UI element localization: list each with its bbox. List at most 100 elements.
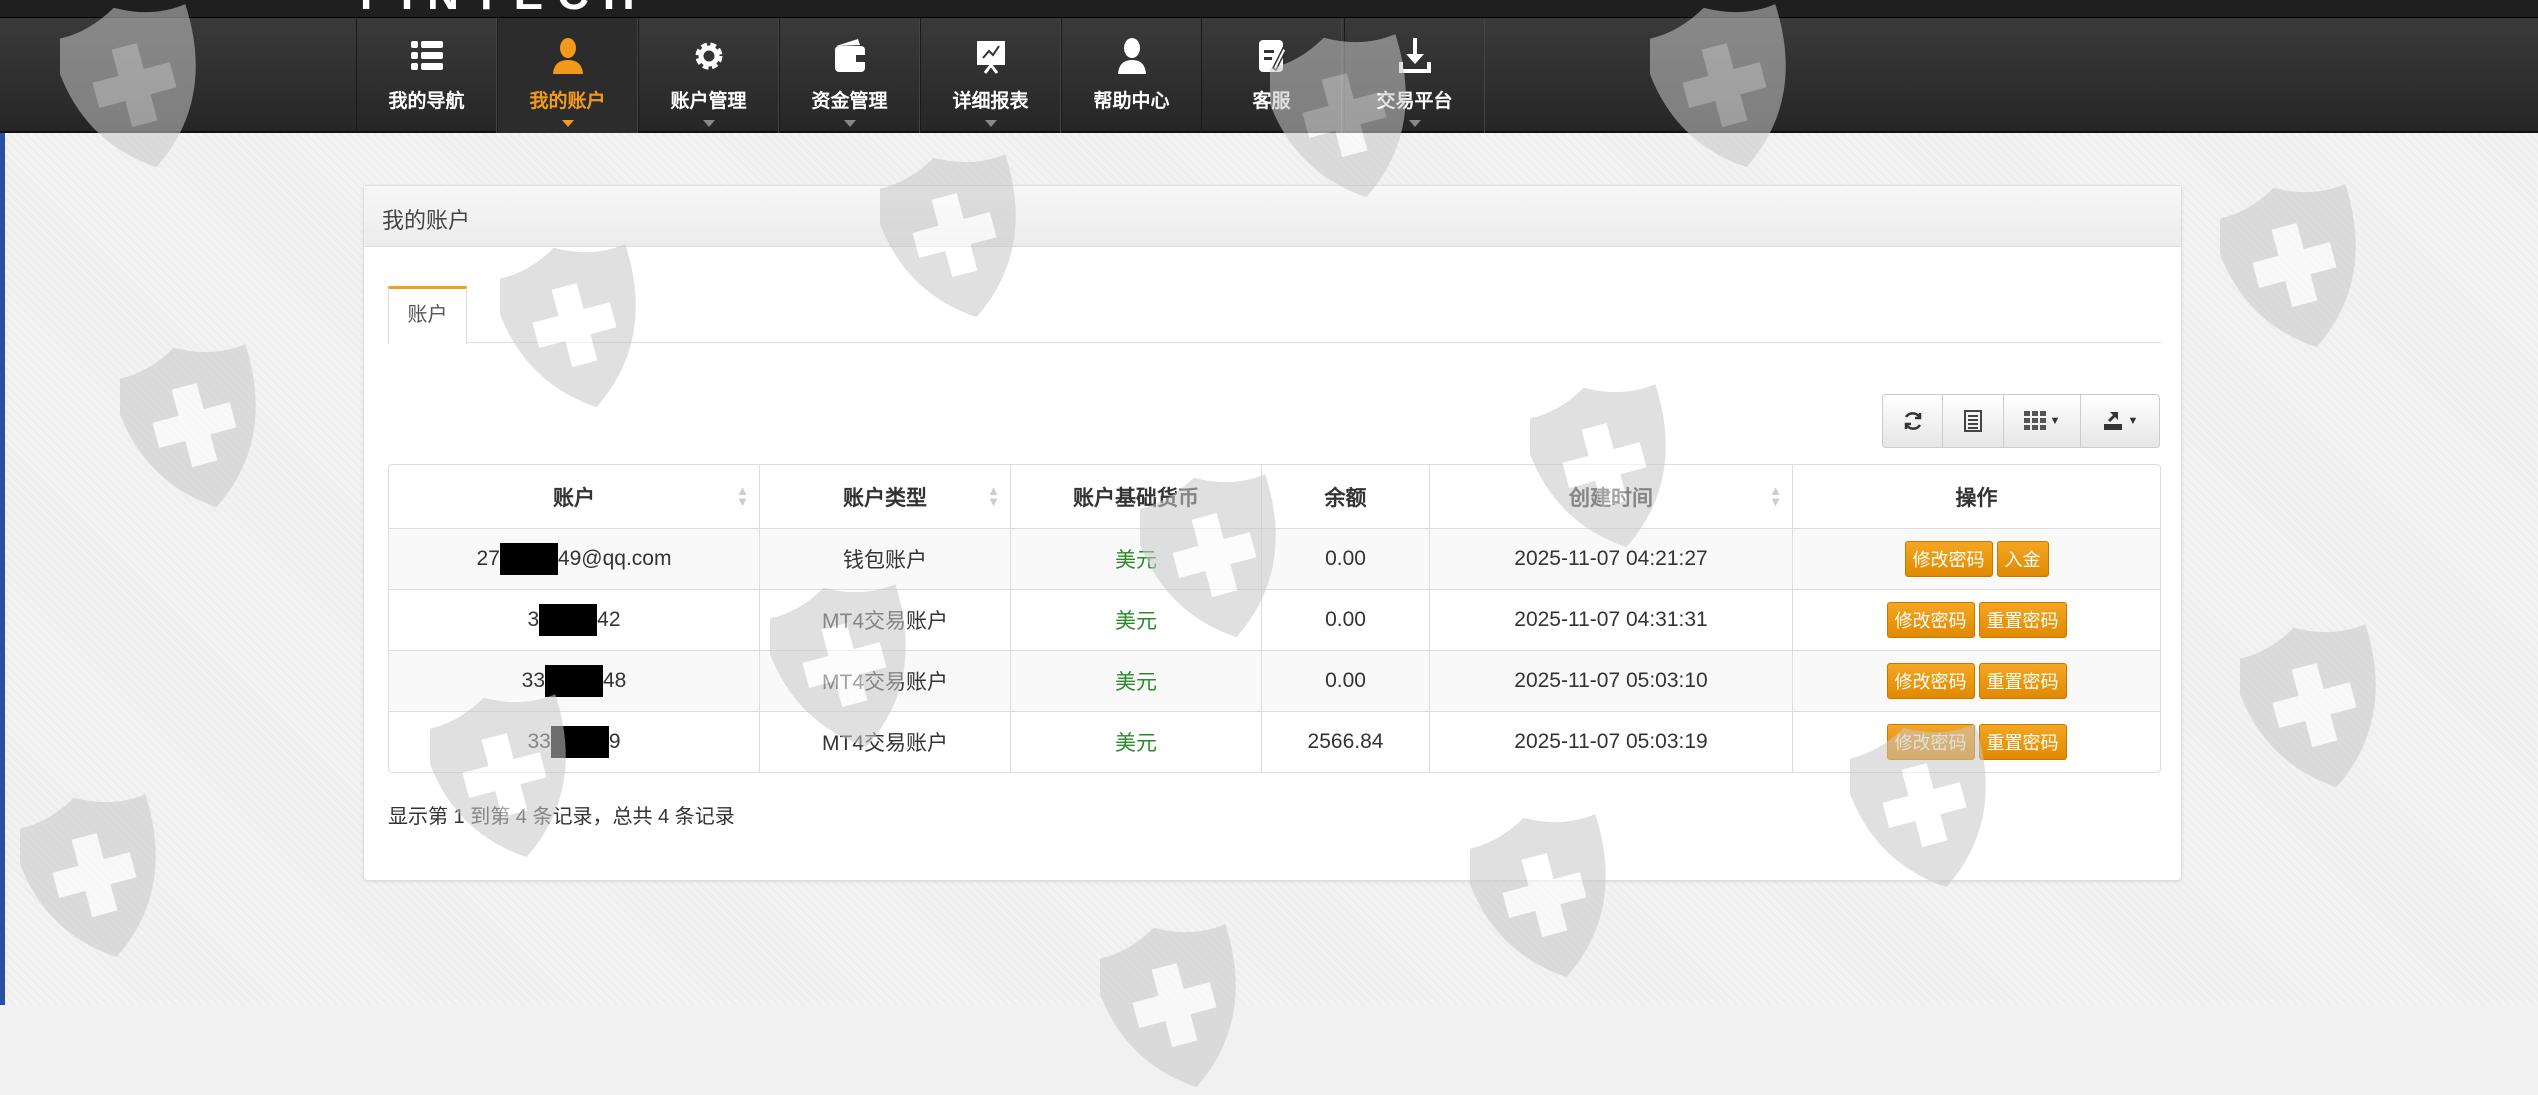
cell-balance: 2566.84 — [1262, 712, 1430, 772]
export-button[interactable]: ▼ — [2081, 395, 2159, 447]
table-header: 账户 ▲ ▼ 账户类型 ▲ ▼ 账户基础货币 余额 创建时间 ▲ ▼ 操作 — [389, 465, 2160, 528]
deposit-button[interactable]: 入金 — [1996, 541, 2049, 577]
gear-icon — [695, 42, 722, 70]
cell-created: 2025-11-07 04:31:31 — [1430, 590, 1793, 650]
cell-balance: 0.00 — [1262, 651, 1430, 711]
sort-icon: ▲ ▼ — [1769, 483, 1782, 509]
header-currency: 账户基础货币 — [1011, 465, 1262, 528]
nav-label: 资金管理 — [811, 91, 888, 112]
nav-account-management[interactable]: 账户管理 — [638, 18, 779, 133]
reset-password-button[interactable]: 重置密码 — [1978, 663, 2067, 699]
nav-label: 我的导航 — [388, 91, 465, 112]
wallet-icon — [834, 39, 865, 72]
account-prefix: 33 — [521, 669, 545, 692]
cell-actions: 修改密码 重置密码 — [1793, 651, 2160, 711]
cell-created: 2025-11-07 05:03:19 — [1430, 712, 1793, 772]
cell-actions: 修改密码 入金 — [1793, 529, 2160, 589]
logo: FINTECH — [360, 0, 649, 17]
toggle-view-button[interactable] — [1943, 395, 2004, 447]
caret-icon — [985, 120, 997, 127]
download-icon — [1398, 38, 1431, 73]
cell-currency: 美元 — [1011, 712, 1262, 772]
refresh-button[interactable] — [1883, 395, 1943, 447]
nav-detailed-reports[interactable]: 详细报表 — [920, 18, 1061, 133]
export-icon — [2103, 412, 2122, 430]
redaction-box — [550, 726, 609, 758]
header-balance: 余额 — [1262, 465, 1430, 528]
edit-note-icon — [1258, 40, 1287, 72]
cell-account: 33 48 — [389, 651, 760, 711]
user-icon — [552, 38, 583, 74]
header-account-type[interactable]: 账户类型 ▲ ▼ — [760, 465, 1011, 528]
cell-currency: 美元 — [1011, 529, 1262, 589]
columns-button[interactable]: ▼ — [2004, 395, 2081, 447]
account-suffix: 42 — [597, 608, 621, 631]
sort-icon: ▲ ▼ — [987, 483, 1000, 509]
header-created[interactable]: 创建时间 ▲ ▼ — [1430, 465, 1793, 528]
caret-icon — [562, 120, 574, 127]
change-password-button[interactable]: 修改密码 — [1886, 724, 1975, 760]
caret-icon — [1409, 120, 1421, 127]
refresh-icon — [1904, 412, 1921, 430]
nav-fund-management[interactable]: 资金管理 — [779, 18, 920, 133]
cell-type: MT4交易账户 — [760, 651, 1011, 711]
nav-label: 帮助中心 — [1093, 91, 1170, 112]
cell-balance: 0.00 — [1262, 529, 1430, 589]
reset-password-button[interactable]: 重置密码 — [1978, 602, 2067, 638]
account-prefix: 3 — [527, 608, 540, 631]
person-icon — [1117, 38, 1146, 74]
table-row: 33 9 MT4交易账户 美元 2566.84 2025-11-07 05:03:… — [389, 711, 2160, 772]
cell-actions: 修改密码 重置密码 — [1793, 590, 2160, 650]
account-suffix: 9 — [608, 730, 621, 753]
cell-created: 2025-11-07 05:03:10 — [1430, 651, 1793, 711]
sort-icon: ▲ ▼ — [736, 483, 749, 509]
list-icon — [410, 41, 443, 70]
nav-my-account[interactable]: 我的账户 — [497, 18, 638, 133]
pagination-info: 显示第 1 到第 4 条记录，总共 4 条记录 — [388, 806, 735, 828]
tab-account[interactable]: 账户 — [388, 286, 467, 344]
chevron-down-icon: ▼ — [2127, 415, 2139, 427]
cell-type: 钱包账户 — [760, 529, 1011, 589]
account-prefix: 27 — [476, 547, 500, 570]
cell-type: MT4交易账户 — [760, 590, 1011, 650]
change-password-button[interactable]: 修改密码 — [1904, 541, 1993, 577]
cell-actions: 修改密码 重置密码 — [1793, 712, 2160, 772]
table-row: 3 42 MT4交易账户 美元 0.00 2025-11-07 04:31:31 … — [389, 589, 2160, 650]
redaction-box — [539, 604, 598, 636]
cell-account: 33 9 — [389, 712, 760, 772]
nav-label: 账户管理 — [670, 91, 747, 112]
account-suffix: 48 — [603, 669, 627, 692]
nav-my-navigation[interactable]: 我的导航 — [356, 18, 497, 133]
cell-balance: 0.00 — [1262, 590, 1430, 650]
reset-password-button[interactable]: 重置密码 — [1978, 724, 2067, 760]
window-edge — [0, 0, 5, 1005]
account-prefix: 33 — [527, 730, 551, 753]
change-password-button[interactable]: 修改密码 — [1886, 602, 1975, 638]
caret-icon — [703, 120, 715, 127]
panel-title: 我的账户 — [364, 186, 2181, 247]
nav-label: 我的账户 — [529, 91, 606, 112]
account-suffix: 49@qq.com — [557, 547, 672, 570]
chevron-down-icon: ▼ — [2049, 415, 2061, 427]
nav-help-center[interactable]: 帮助中心 — [1061, 18, 1202, 133]
nav-customer-service[interactable]: 客服 — [1201, 18, 1342, 133]
chart-board-icon — [976, 41, 1005, 74]
cell-account: 3 42 — [389, 590, 760, 650]
nav-label: 交易平台 — [1376, 91, 1453, 112]
header-label: 账户类型 — [843, 486, 927, 510]
cell-created: 2025-11-07 04:21:27 — [1430, 529, 1793, 589]
header-label: 账户 — [553, 486, 595, 510]
header-account[interactable]: 账户 ▲ ▼ — [389, 465, 760, 528]
accounts-table: 账户 ▲ ▼ 账户类型 ▲ ▼ 账户基础货币 余额 创建时间 ▲ ▼ 操作 27 49@qq.… — [388, 464, 2161, 773]
caret-icon — [844, 120, 856, 127]
nav-trading-platform[interactable]: 交易平台 — [1344, 18, 1485, 133]
cell-currency: 美元 — [1011, 651, 1262, 711]
cell-type: MT4交易账户 — [760, 712, 1011, 772]
table-row: 27 49@qq.com 钱包账户 美元 0.00 2025-11-07 04:2… — [389, 528, 2160, 589]
tab-bar: 账户 — [388, 286, 2161, 344]
grid-icon — [2023, 411, 2046, 430]
list-detail-icon — [1964, 410, 1982, 432]
cell-currency: 美元 — [1011, 590, 1262, 650]
table-row: 33 48 MT4交易账户 美元 0.00 2025-11-07 05:03:10… — [389, 650, 2160, 711]
change-password-button[interactable]: 修改密码 — [1886, 663, 1975, 699]
